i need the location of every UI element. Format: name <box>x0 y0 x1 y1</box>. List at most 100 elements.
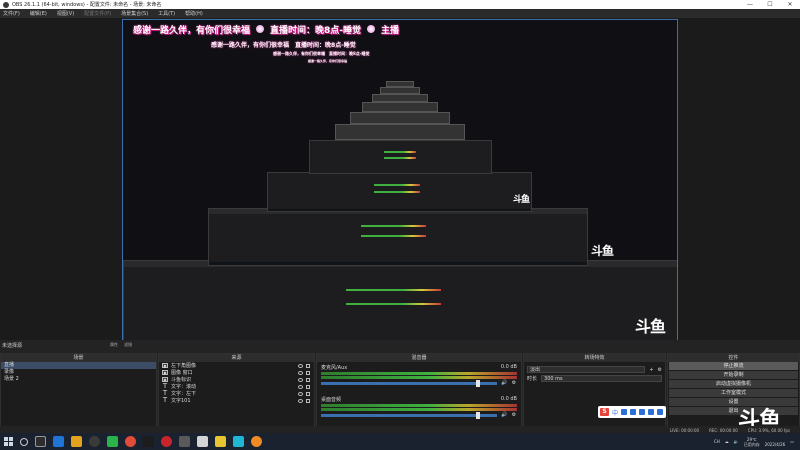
duration-input[interactable]: 300 ms <box>541 375 662 382</box>
flower-icon <box>367 25 376 33</box>
banner-text-thanks: 感谢一路久伴，有你们很幸福 <box>133 25 251 36</box>
chrome-icon[interactable] <box>125 436 136 447</box>
menu-edit[interactable]: 编辑(E) <box>30 10 47 17</box>
eye-icon[interactable] <box>298 363 303 368</box>
lock-icon[interactable] <box>306 384 310 389</box>
yellow-app-icon[interactable] <box>215 436 226 447</box>
menu-help[interactable]: 帮助(H) <box>185 10 203 17</box>
ime-language[interactable]: 中 <box>612 408 618 417</box>
wechat-icon[interactable] <box>107 436 118 447</box>
music-icon[interactable] <box>143 436 154 447</box>
menu-tools[interactable]: 工具(T) <box>158 10 175 17</box>
input-language[interactable]: CH <box>714 439 720 444</box>
punctuation-icon[interactable] <box>621 409 628 415</box>
windows-start-icon[interactable] <box>4 437 13 446</box>
properties-button[interactable]: 属性 <box>110 342 118 348</box>
eye-icon[interactable] <box>298 391 303 396</box>
source-item[interactable]: ▣ 斗鱼标识 <box>159 376 314 383</box>
transition-select[interactable]: 淡出 <box>527 366 646 373</box>
rec-time: REC: 00:00:00 <box>709 427 738 433</box>
search-icon[interactable] <box>20 437 28 446</box>
system-tray: CH ☁ 🔉 29℃ 已用内存 2022/4/26 ▭ <box>714 437 800 447</box>
mixer-channel-mic: 麦克风/Aux 0.0 dB 🔊 ⚙ <box>317 362 521 388</box>
menu-profile[interactable]: 配置文件(P) <box>84 10 111 17</box>
menu-file[interactable]: 文件(F) <box>3 10 20 17</box>
scene-item[interactable]: 直播 <box>1 362 156 369</box>
task-view-icon[interactable] <box>35 436 46 447</box>
lock-icon[interactable] <box>306 363 310 368</box>
source-item[interactable]: T 文字101 <box>159 397 314 404</box>
transitions-dock: 转场特效 淡出 + ⚙ 时长 300 ms <box>523 353 666 434</box>
sources-header: 来源 <box>159 354 314 362</box>
store-icon[interactable] <box>197 436 208 447</box>
stop-streaming-button[interactable]: 停止推流 <box>669 362 798 371</box>
speaker-icon[interactable]: 🔊 <box>501 412 507 418</box>
studio-mode-button[interactable]: 工作室模式 <box>669 389 798 398</box>
gear-icon[interactable]: ⚙ <box>658 367 662 373</box>
start-virtual-camera-button[interactable]: 启动虚拟摄像机 <box>669 380 798 389</box>
scene-item[interactable]: 录像 <box>1 369 156 376</box>
banner-echo-1: 感谢一路久伴，有你们很幸福 直播时间：晚8点-睡觉 <box>211 42 356 49</box>
source-item[interactable]: ▣ 左下角图像 <box>159 362 314 369</box>
nested-preview-2 <box>208 208 588 266</box>
source-item[interactable]: T 文字：滚动 <box>159 383 314 390</box>
dock-area: 未选择源 属性 滤镜 场景 直播 录像 场景 2 + − ⌃ ⌄ 来源 ▣左下角… <box>0 340 800 434</box>
image-icon: ▣ <box>162 370 168 375</box>
close-icon[interactable]: ✕ <box>780 1 800 8</box>
eye-icon[interactable] <box>298 370 303 375</box>
weather-icon[interactable]: ☁ <box>725 439 729 444</box>
cyan-app-icon[interactable] <box>233 436 244 447</box>
browser-icon[interactable] <box>53 436 64 447</box>
microphone-icon[interactable] <box>630 409 637 415</box>
obs-icon[interactable] <box>89 436 100 447</box>
menu-view[interactable]: 视图(V) <box>57 10 74 17</box>
gear-icon[interactable]: ⚙ <box>511 412 517 418</box>
start-recording-button[interactable]: 开始录制 <box>669 371 798 380</box>
sogou-logo-icon: S <box>600 408 609 416</box>
lock-icon[interactable] <box>306 377 310 382</box>
cpu-fps: CPU: 3.9%, 60.00 fps <box>747 427 790 433</box>
source-item[interactable]: ▣ 图像 窗口 <box>159 369 314 376</box>
minimize-icon[interactable]: — <box>740 1 760 8</box>
volume-slider[interactable] <box>321 411 497 419</box>
scene-item[interactable]: 场景 2 <box>1 376 156 383</box>
volume-meter <box>321 404 517 407</box>
mixer-header: 混音器 <box>317 354 521 362</box>
douyu-icon[interactable] <box>251 436 262 447</box>
obs-logo-icon <box>3 1 9 8</box>
channel-name: 桌面音频 <box>321 397 342 403</box>
volume-icon[interactable]: 🔉 <box>734 439 739 444</box>
keyboard-icon[interactable] <box>639 409 646 415</box>
lock-icon[interactable] <box>306 391 310 396</box>
preview-area[interactable]: 感谢一路久伴，有你们很幸福 直播时间：晚8点-睡觉 主播 感谢一路久伴，有你们很… <box>0 18 800 357</box>
maximize-icon[interactable]: ☐ <box>760 1 780 8</box>
eye-icon[interactable] <box>298 384 303 389</box>
eye-icon[interactable] <box>298 398 303 403</box>
speaker-icon[interactable]: 🔊 <box>501 380 507 386</box>
volume-slider[interactable] <box>321 379 497 387</box>
add-transition-icon[interactable]: + <box>649 367 653 373</box>
slider-handle[interactable] <box>475 379 480 387</box>
clock[interactable]: 2022/4/26 <box>765 437 786 447</box>
banner-text-schedule: 直播时间：晚8点-睡觉 <box>270 25 362 36</box>
tray-info[interactable]: 29℃ 已用内存 <box>744 437 760 447</box>
notification-icon[interactable]: ▭ <box>790 439 794 444</box>
ime-toolbar[interactable]: S 中 <box>598 406 666 418</box>
skin-icon[interactable] <box>648 409 655 415</box>
gear-icon[interactable]: ⚙ <box>511 380 517 386</box>
menu-scene-collection[interactable]: 场景集合(S) <box>121 10 148 17</box>
netease-icon[interactable] <box>161 436 172 447</box>
banner-echo-2: 感谢一路久伴，有你们很幸福 直播时间：晚8点-睡觉 <box>273 51 370 56</box>
toolbox-icon[interactable] <box>657 409 664 415</box>
terminal-icon[interactable] <box>179 436 190 447</box>
app-icon[interactable] <box>71 436 82 447</box>
lock-icon[interactable] <box>306 398 310 403</box>
nested-preview-3 <box>267 172 532 212</box>
eye-icon[interactable] <box>298 377 303 382</box>
lock-icon[interactable] <box>306 370 310 375</box>
slider-handle[interactable] <box>475 411 480 419</box>
preview-canvas[interactable]: 感谢一路久伴，有你们很幸福 直播时间：晚8点-睡觉 主播 感谢一路久伴，有你们很… <box>122 19 678 357</box>
source-item[interactable]: T 文字：左下 <box>159 390 314 397</box>
scrolling-banner: 感谢一路久伴，有你们很幸福 直播时间：晚8点-睡觉 主播 <box>123 22 677 36</box>
filters-button[interactable]: 滤镜 <box>124 342 132 348</box>
